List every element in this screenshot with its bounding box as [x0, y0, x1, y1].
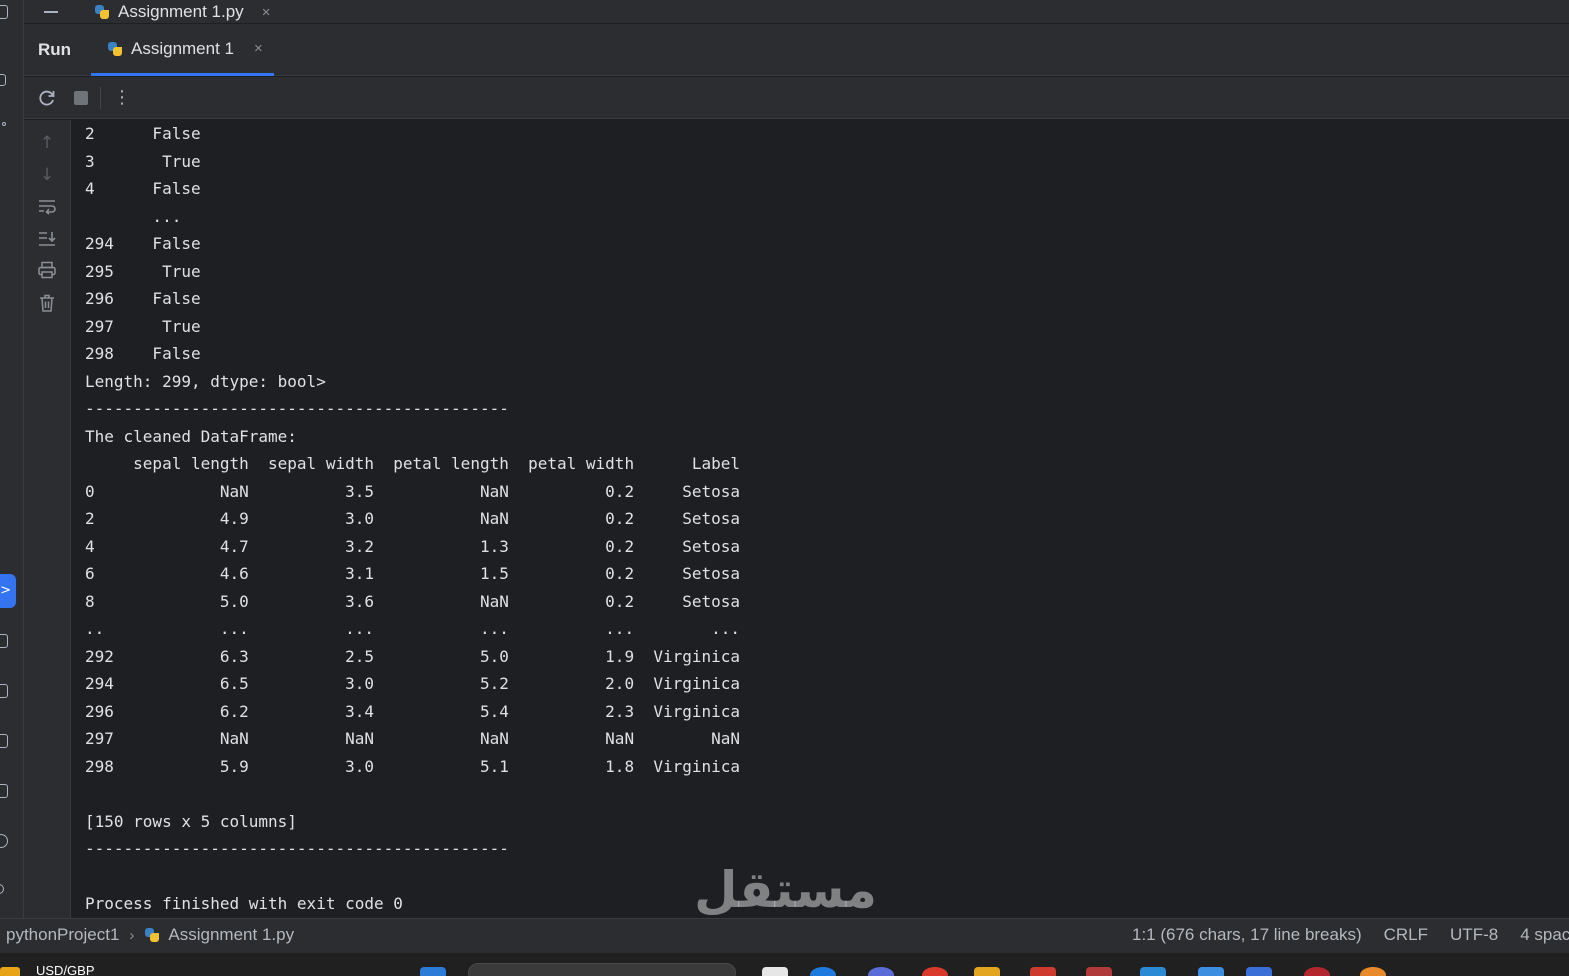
close-icon[interactable]: × — [262, 4, 271, 21]
more-tools-icon[interactable] — [2, 122, 6, 126]
run-config-tab[interactable]: Assignment 1 × — [91, 24, 274, 76]
left-tool-strip: > — [0, 0, 24, 918]
console-line: 2 4.9 3.0 NaN 0.2 Setosa — [85, 509, 741, 528]
console-text: 2 False 3 True 4 False ... 294 False 295 Tru… — [85, 120, 740, 918]
run-tool-icon[interactable]: > — [0, 574, 16, 608]
layers-icon[interactable] — [0, 684, 8, 698]
os-taskbar: USD/GBP — [0, 953, 1569, 976]
console-output[interactable]: 2 False 3 True 4 False ... 294 False 295 Tru… — [72, 120, 1569, 918]
console-line: 294 6.5 3.0 5.2 2.0 Virginica — [85, 674, 741, 693]
services-icon[interactable] — [0, 734, 8, 748]
console-line: 297 True — [85, 316, 201, 336]
editor-tab-label: Assignment 1.py — [118, 2, 244, 21]
python-file-icon — [144, 927, 160, 943]
breadcrumb-project[interactable]: pythonProject1 — [6, 925, 119, 945]
status-bar: pythonProject1 › Assignment 1.py 1:1 (67… — [0, 918, 1569, 953]
taskbar-search[interactable] — [468, 963, 736, 976]
console-line: 294 False — [85, 234, 201, 253]
console-line: 8 5.0 3.6 NaN 0.2 Setosa — [85, 591, 741, 611]
console-line: 296 6.2 3.4 5.4 2.3 Virginica — [85, 701, 741, 721]
console-line: The cleaned DataFrame: — [85, 426, 297, 446]
minimize-icon[interactable] — [44, 11, 58, 13]
console-line: 4 4.7 3.2 1.3 0.2 Setosa — [85, 536, 741, 556]
rerun-icon[interactable] — [36, 87, 58, 109]
line-separator[interactable]: CRLF — [1384, 925, 1428, 945]
console-line: ----------------------------------------… — [85, 399, 509, 418]
python-file-icon — [94, 4, 110, 20]
console-line: 298 False — [85, 344, 201, 363]
console-line: 297 NaN NaN NaN NaN NaN — [85, 729, 741, 748]
terminal-icon[interactable] — [0, 784, 8, 798]
run-tool-header: Run Assignment 1 × — [24, 24, 1569, 76]
console-line: Process finished with exit code 0 — [85, 894, 403, 913]
python-packages-icon[interactable] — [0, 634, 8, 648]
teams-icon[interactable] — [868, 967, 894, 976]
app-icon-grid[interactable] — [1086, 967, 1112, 976]
status-widgets: 1:1 (676 chars, 17 line breaks) CRLF UTF… — [1132, 925, 1569, 945]
editor-tab-assignment[interactable]: Assignment 1.py × — [94, 0, 270, 24]
problems-icon[interactable] — [0, 834, 8, 848]
console-line: 3 True — [85, 151, 201, 171]
opera-icon[interactable] — [1304, 967, 1330, 976]
console-line: 296 False — [85, 289, 201, 308]
currency-ticker[interactable]: USD/GBP — [36, 963, 95, 976]
print-icon[interactable] — [36, 261, 58, 283]
run-panel-title: Run — [38, 40, 72, 59]
trash-icon[interactable] — [36, 293, 58, 315]
git-icon[interactable] — [0, 884, 4, 894]
console-line: sepal length sepal width petal length pe… — [85, 454, 741, 473]
task-view-icon[interactable] — [762, 967, 788, 976]
weather-widget-icon[interactable] — [0, 967, 20, 976]
console-gutter: ↑ ↓ — [24, 120, 71, 918]
console-line: 295 True — [85, 261, 201, 281]
console-line: 0 NaN 3.5 NaN 0.2 Setosa — [85, 481, 741, 501]
breadcrumb-file[interactable]: Assignment 1.py — [168, 925, 294, 945]
console-line: 298 5.9 3.0 5.1 1.8 Virginica — [85, 756, 741, 776]
structure-tool-icon[interactable] — [0, 74, 6, 86]
edge-icon[interactable] — [810, 967, 836, 976]
arrow-up-icon[interactable]: ↑ — [36, 132, 58, 154]
pycharm-taskbar-icon[interactable] — [1246, 967, 1272, 976]
file-explorer-icon[interactable] — [974, 967, 1000, 976]
console-line: Length: 299, dtype: bool> — [85, 371, 326, 391]
arrow-down-icon[interactable]: ↓ — [36, 164, 58, 186]
console-line: 292 6.3 2.5 5.0 1.9 Virginica — [85, 646, 741, 666]
console-line: 4 False — [85, 179, 201, 198]
console-line: ... — [85, 206, 182, 226]
editor-tab-bar: Assignment 1.py × — [24, 0, 1569, 24]
file-encoding[interactable]: UTF-8 — [1450, 925, 1498, 945]
console-line: ----------------------------------------… — [85, 839, 509, 858]
run-tab-label: Assignment 1 — [131, 38, 234, 58]
app-icon-blue[interactable] — [1140, 967, 1166, 976]
toolbar-divider — [100, 87, 101, 109]
project-tool-icon[interactable] — [0, 5, 8, 19]
breadcrumb: pythonProject1 › Assignment 1.py — [6, 925, 294, 945]
soft-wrap-icon[interactable] — [36, 197, 58, 219]
start-icon[interactable] — [420, 967, 446, 976]
close-icon[interactable]: × — [254, 40, 263, 57]
more-vertical-icon[interactable]: ⋮ — [111, 87, 133, 109]
python-file-icon — [107, 41, 123, 57]
run-toolbar: ⋮ — [24, 77, 1569, 119]
mail-icon[interactable] — [1198, 967, 1224, 976]
chrome-icon[interactable] — [922, 967, 948, 976]
console-line: .. ... ... ... ... ... — [85, 619, 741, 638]
app-icon-red[interactable] — [1030, 967, 1056, 976]
console-line: 6 4.6 3.1 1.5 0.2 Setosa — [85, 564, 741, 583]
console-line: 2 False — [85, 124, 201, 143]
caret-position[interactable]: 1:1 (676 chars, 17 line breaks) — [1132, 925, 1362, 945]
scroll-to-end-icon[interactable] — [36, 229, 58, 251]
stop-icon[interactable] — [70, 87, 92, 109]
console-line: [150 rows x 5 columns] — [85, 811, 297, 831]
app-icon-orange[interactable] — [1360, 967, 1386, 976]
chevron-right-icon: › — [129, 926, 135, 944]
indent-setting[interactable]: 4 spaces — [1520, 925, 1569, 945]
